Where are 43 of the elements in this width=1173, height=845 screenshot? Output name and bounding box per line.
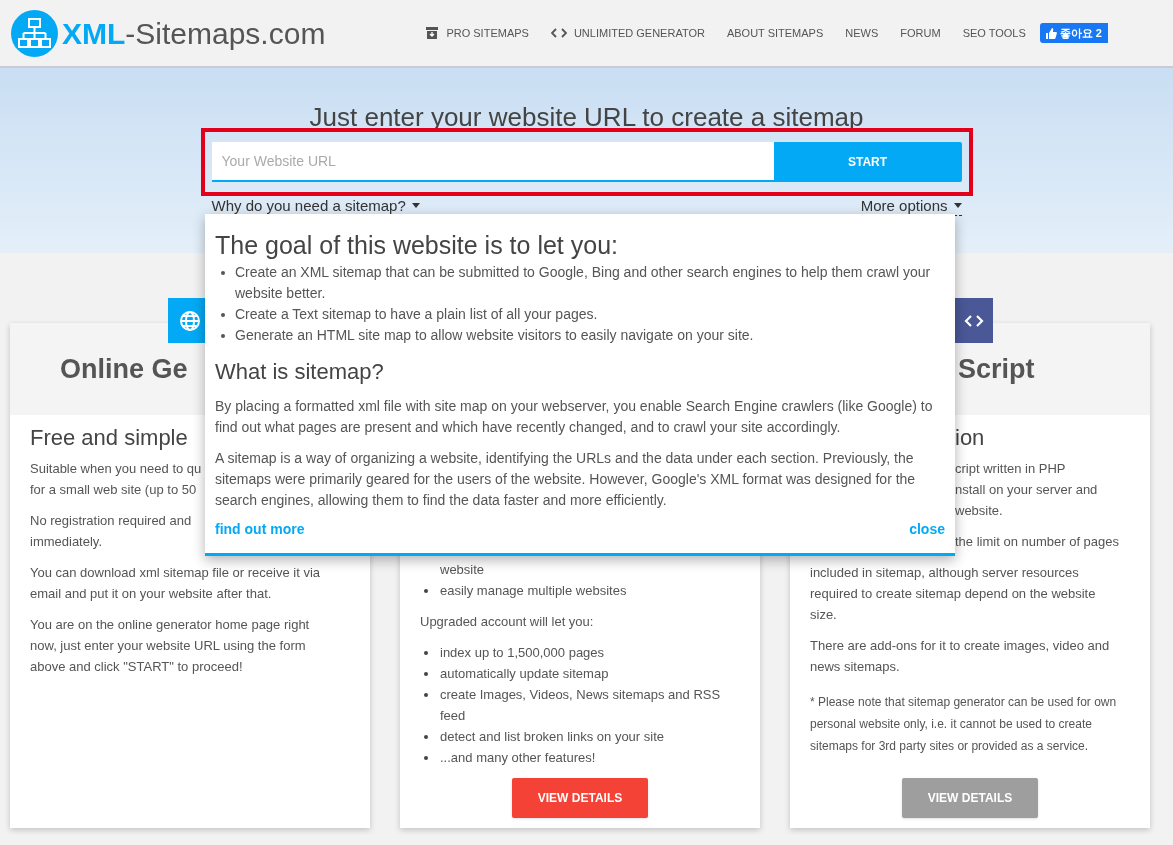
note-text: * Please note that sitemap generator can be used for own personal website only, i.e. it cannot be used to create sitemaps for 3rd party sites or provided as a service.: [810, 694, 1117, 755]
feature-item: index up to 1,500,000 pages: [420, 642, 605, 663]
card-subtitle: Free and simple: [30, 427, 188, 448]
nav-link[interactable]: NEWS: [845, 24, 879, 42]
feature-item: automatically update sitemap: [420, 663, 609, 684]
feature-item: ...and many other features!: [420, 747, 596, 768]
goal-item: Create a Text sitemap to have a plain list of all your pages.: [235, 305, 598, 324]
card-subtitle: ion: [955, 427, 985, 448]
nav-link[interactable]: UNLIMITED GENERATOR: [550, 24, 705, 42]
goal-item: Generate an HTML site map to allow website visitors to easily navigate on your site.: [235, 326, 754, 345]
card-text: You are on the online generator home page right now, just enter your website URL using the form above and click "START" to proceed!: [30, 616, 310, 676]
site-logo[interactable]: XML-Sitemaps.com: [62, 10, 326, 56]
thumbs-up-icon: [1045, 27, 1057, 39]
popup-heading: The goal of this website is to let you:: [215, 230, 619, 260]
sitemap-logo-icon: [11, 9, 58, 57]
nav-link[interactable]: FORUM: [900, 24, 941, 42]
popup-text: By placing a formatted xml file with site map on your webserver, you enable Search Engine crawlers (like Google) to find out what pages are present and which have recently changed, and to crawl your site accordingly.: [215, 397, 934, 437]
card-text: cript written in PHP nstall on your server and website.: [955, 460, 1098, 520]
view-details-button[interactable]: VIEW DETAILS: [512, 778, 648, 818]
card-text: included in sitemap, although server resources required to create sitemap depend on the website size.: [810, 564, 1096, 624]
card-text: the limit on number of pages: [955, 533, 1120, 551]
card-text: Upgraded account will let you:: [420, 613, 594, 631]
nav-link[interactable]: SEO TOOLS: [962, 24, 1026, 42]
nav-link[interactable]: ABOUT SITEMAPS: [726, 24, 824, 42]
code-icon: [550, 27, 567, 39]
goal-item: Create an XML sitemap that can be submitted to Google, Bing and other search engines to help them crawl your website better.: [235, 263, 932, 303]
hero-title: Just enter your website URL to create a sitemap: [309, 102, 864, 132]
card-title: Online Ge: [60, 358, 188, 380]
like-button[interactable]: 좋아요 2: [1039, 23, 1108, 43]
card-text: Suitable when you need to qu for a small web site (up to 50: [30, 460, 202, 499]
caret-icon: [411, 203, 420, 208]
card-text: There are add-ons for it to create images, video and news sitemaps.: [810, 637, 1110, 676]
card-text: You can download xml sitemap file or receive it via email and put it on your website after that.: [30, 564, 320, 603]
feature-item: detect and list broken links on your site: [420, 726, 664, 747]
feature-item: website: [439, 561, 485, 579]
popup-text: A sitemap is a way of organizing a website, identifying the URLs and the data under each section. Previously, the sitemaps were primarily geared for the users of the website. However, Google's XML format was designed for the search engines, allowing them to find the data faster and more efficiently.: [215, 449, 917, 510]
feature-item: easily manage multiple websites: [420, 580, 627, 601]
popup-subheading: What is sitemap?: [215, 358, 385, 386]
card-text: No registration required and immediately.: [30, 512, 192, 551]
caret-icon: [953, 203, 962, 208]
nav-link[interactable]: PRO SITEMAPS: [425, 24, 529, 42]
url-field[interactable]: Your Website URL: [211, 142, 774, 182]
archive-icon: [425, 26, 440, 40]
